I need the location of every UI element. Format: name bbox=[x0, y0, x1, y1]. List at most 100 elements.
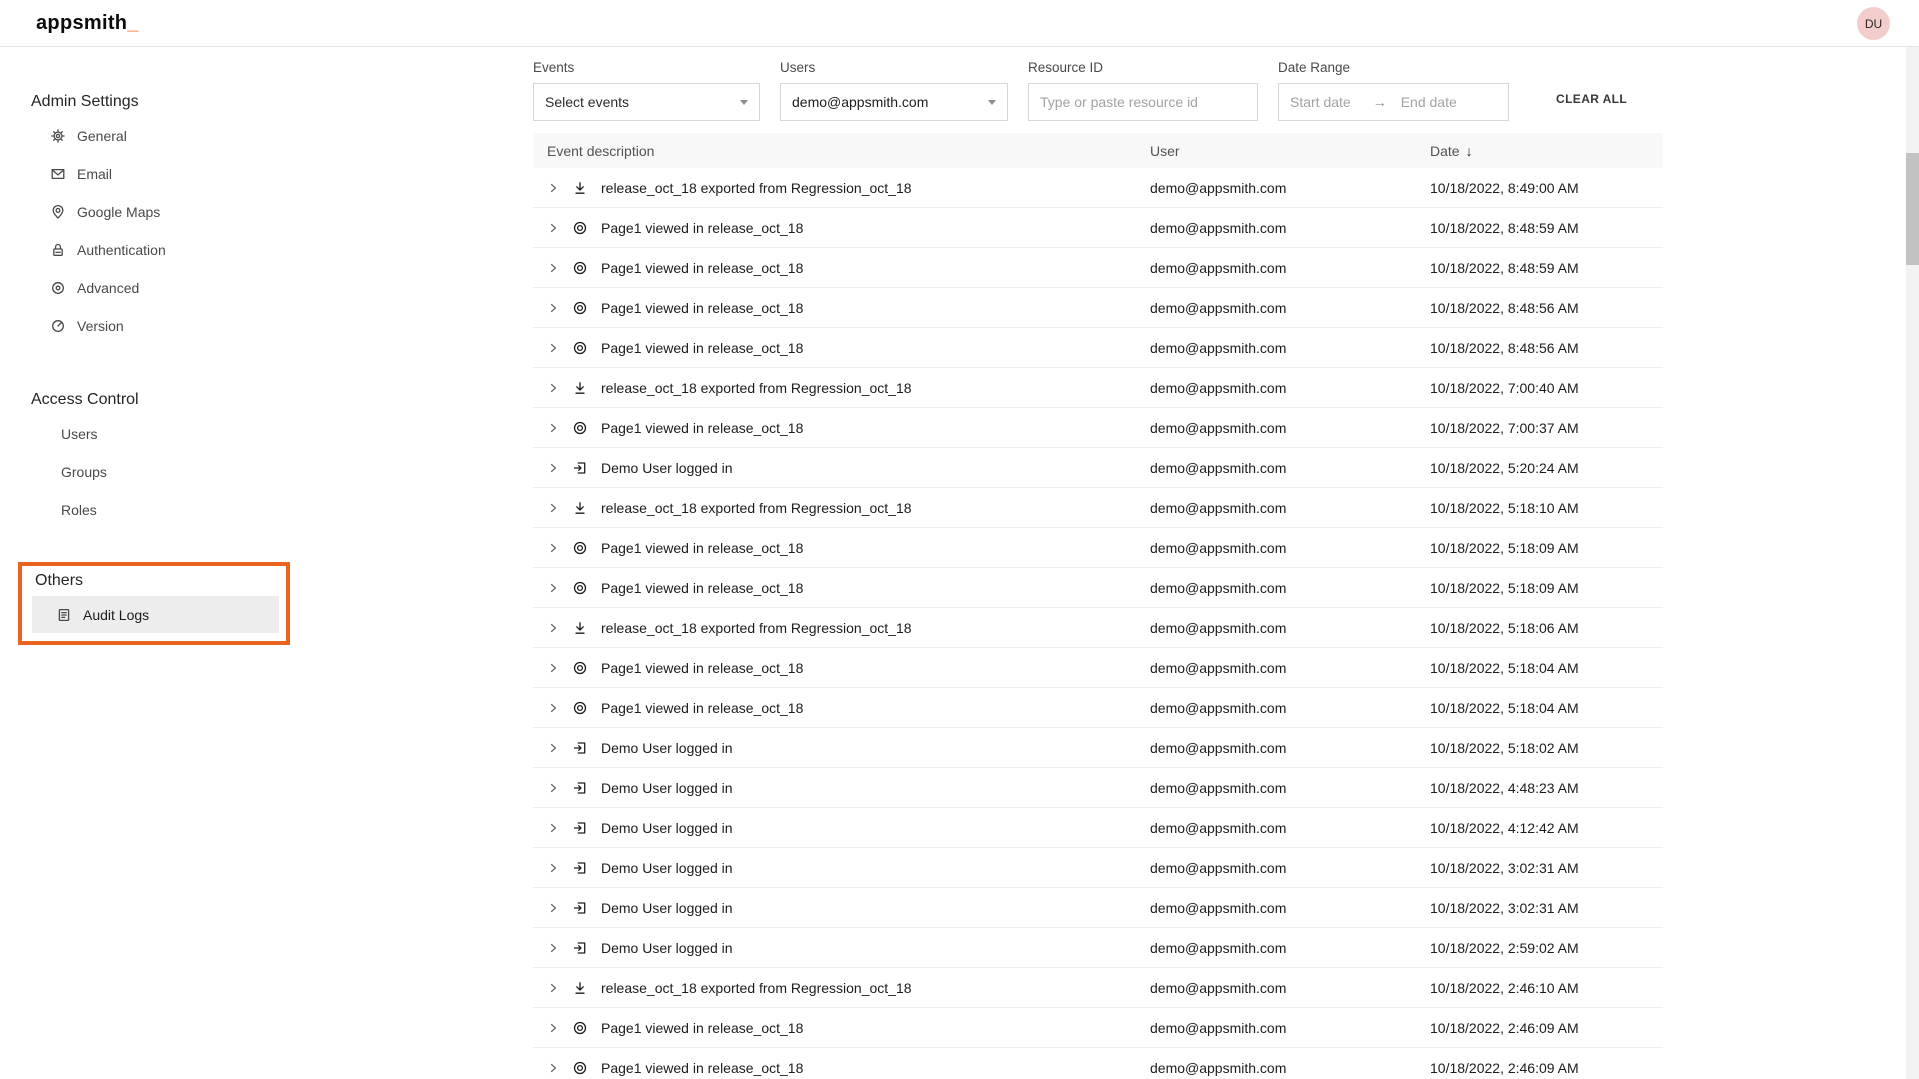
date-cell: 10/18/2022, 2:46:10 AM bbox=[1430, 980, 1663, 996]
advanced-icon bbox=[50, 280, 66, 296]
audit-log-row[interactable]: Page1 viewed in release_oct_18demo@appsm… bbox=[533, 568, 1663, 608]
view-icon bbox=[572, 540, 588, 556]
end-date-placeholder[interactable]: End date bbox=[1401, 94, 1457, 110]
audit-log-row[interactable]: release_oct_18 exported from Regression_… bbox=[533, 608, 1663, 648]
start-date-placeholder[interactable]: Start date bbox=[1290, 94, 1351, 110]
audit-log-row[interactable]: release_oct_18 exported from Regression_… bbox=[533, 488, 1663, 528]
audit-log-icon bbox=[56, 607, 72, 623]
audit-log-row[interactable]: Page1 viewed in release_oct_18demo@appsm… bbox=[533, 1008, 1663, 1048]
audit-log-row[interactable]: Demo User logged indemo@appsmith.com10/1… bbox=[533, 928, 1663, 968]
audit-log-row[interactable]: Demo User logged indemo@appsmith.com10/1… bbox=[533, 768, 1663, 808]
chevron-right-icon[interactable] bbox=[547, 862, 559, 874]
scrollbar-thumb[interactable] bbox=[1906, 153, 1919, 265]
chevron-right-icon[interactable] bbox=[547, 942, 559, 954]
chevron-right-icon[interactable] bbox=[547, 782, 559, 794]
event-description-cell: Page1 viewed in release_oct_18 bbox=[533, 260, 1150, 276]
audit-log-row[interactable]: Page1 viewed in release_oct_18demo@appsm… bbox=[533, 328, 1663, 368]
chevron-right-icon[interactable] bbox=[547, 302, 559, 314]
sidebar-item-authentication[interactable]: Authentication bbox=[0, 231, 533, 269]
date-cell: 10/18/2022, 7:00:37 AM bbox=[1430, 420, 1663, 436]
chevron-right-icon[interactable] bbox=[547, 422, 559, 434]
column-header-date[interactable]: Date ↓ bbox=[1430, 143, 1663, 159]
audit-log-row[interactable]: Page1 viewed in release_oct_18demo@appsm… bbox=[533, 648, 1663, 688]
events-filter: Events Select events bbox=[533, 60, 760, 121]
section-heading-others: Others bbox=[35, 572, 286, 590]
audit-log-row[interactable]: release_oct_18 exported from Regression_… bbox=[533, 168, 1663, 208]
chevron-right-icon[interactable] bbox=[547, 742, 559, 754]
event-description-text: Page1 viewed in release_oct_18 bbox=[601, 660, 803, 676]
audit-log-row[interactable]: Page1 viewed in release_oct_18demo@appsm… bbox=[533, 528, 1663, 568]
chevron-right-icon[interactable] bbox=[547, 542, 559, 554]
export-icon bbox=[572, 180, 588, 196]
avatar[interactable]: DU bbox=[1857, 7, 1890, 40]
event-description-text: Demo User logged in bbox=[601, 860, 733, 876]
chevron-right-icon[interactable] bbox=[547, 622, 559, 634]
sidebar-item-advanced[interactable]: Advanced bbox=[0, 269, 533, 307]
audit-log-row[interactable]: Demo User logged indemo@appsmith.com10/1… bbox=[533, 448, 1663, 488]
sort-descending-icon: ↓ bbox=[1466, 143, 1473, 159]
sidebar-item-label: Authentication bbox=[77, 242, 166, 258]
chevron-right-icon[interactable] bbox=[547, 342, 559, 354]
chevron-right-icon[interactable] bbox=[547, 382, 559, 394]
resource-id-input[interactable] bbox=[1040, 84, 1246, 120]
main-content: Events Select events Users demo@appsmith… bbox=[533, 47, 1919, 1079]
view-icon bbox=[572, 420, 588, 436]
event-description-text: Page1 viewed in release_oct_18 bbox=[601, 1060, 803, 1076]
chevron-right-icon[interactable] bbox=[547, 822, 559, 834]
event-description-cell: Demo User logged in bbox=[533, 460, 1150, 476]
audit-log-row[interactable]: Page1 viewed in release_oct_18demo@appsm… bbox=[533, 1048, 1663, 1079]
audit-log-row[interactable]: Demo User logged indemo@appsmith.com10/1… bbox=[533, 728, 1663, 768]
chevron-right-icon[interactable] bbox=[547, 582, 559, 594]
event-description-cell: Demo User logged in bbox=[533, 860, 1150, 876]
chevron-right-icon[interactable] bbox=[547, 502, 559, 514]
sidebar-item-users[interactable]: Users bbox=[0, 415, 533, 453]
audit-log-row[interactable]: release_oct_18 exported from Regression_… bbox=[533, 968, 1663, 1008]
audit-logs-table: Event description User Date ↓ release_oc… bbox=[533, 133, 1663, 1079]
user-cell: demo@appsmith.com bbox=[1150, 380, 1430, 396]
sidebar-item-google-maps[interactable]: Google Maps bbox=[0, 193, 533, 231]
audit-log-row[interactable]: Page1 viewed in release_oct_18demo@appsm… bbox=[533, 208, 1663, 248]
clear-all-button[interactable]: CLEAR ALL bbox=[1556, 92, 1627, 106]
audit-log-row[interactable]: Demo User logged indemo@appsmith.com10/1… bbox=[533, 848, 1663, 888]
sidebar-item-label: Advanced bbox=[77, 280, 139, 296]
chevron-right-icon[interactable] bbox=[547, 182, 559, 194]
sidebar-item-label: General bbox=[77, 128, 127, 144]
chevron-right-icon[interactable] bbox=[547, 662, 559, 674]
chevron-right-icon[interactable] bbox=[547, 462, 559, 474]
sidebar-item-audit-logs[interactable]: Audit Logs bbox=[32, 596, 279, 633]
sidebar-item-roles[interactable]: Roles bbox=[0, 491, 533, 529]
audit-log-row[interactable]: Page1 viewed in release_oct_18demo@appsm… bbox=[533, 408, 1663, 448]
table-body: release_oct_18 exported from Regression_… bbox=[533, 168, 1663, 1079]
chevron-right-icon[interactable] bbox=[547, 982, 559, 994]
audit-log-row[interactable]: Page1 viewed in release_oct_18demo@appsm… bbox=[533, 288, 1663, 328]
sidebar-item-groups[interactable]: Groups bbox=[0, 453, 533, 491]
chevron-right-icon[interactable] bbox=[547, 1022, 559, 1034]
event-description-cell: Demo User logged in bbox=[533, 940, 1150, 956]
chevron-right-icon[interactable] bbox=[547, 262, 559, 274]
sidebar-item-email[interactable]: Email bbox=[0, 155, 533, 193]
audit-log-row[interactable]: Page1 viewed in release_oct_18demo@appsm… bbox=[533, 688, 1663, 728]
audit-log-row[interactable]: Page1 viewed in release_oct_18demo@appsm… bbox=[533, 248, 1663, 288]
login-icon bbox=[572, 740, 588, 756]
audit-log-row[interactable]: release_oct_18 exported from Regression_… bbox=[533, 368, 1663, 408]
login-icon bbox=[572, 820, 588, 836]
chevron-right-icon[interactable] bbox=[547, 902, 559, 914]
page-scrollbar[interactable] bbox=[1906, 47, 1919, 1079]
chevron-right-icon[interactable] bbox=[547, 1062, 559, 1074]
audit-log-row[interactable]: Demo User logged indemo@appsmith.com10/1… bbox=[533, 808, 1663, 848]
appsmith-logo[interactable]: appsmith_ bbox=[36, 12, 139, 35]
sidebar-section-admin-settings: Admin Settings General EmailGoogle Maps Aut… bbox=[0, 93, 533, 345]
section-heading-admin-settings: Admin Settings bbox=[31, 93, 533, 111]
chevron-right-icon[interactable] bbox=[547, 222, 559, 234]
events-select[interactable]: Select events bbox=[533, 83, 760, 121]
date-range-picker[interactable]: Start date → End date bbox=[1278, 83, 1509, 121]
users-select[interactable]: demo@appsmith.com bbox=[780, 83, 1008, 121]
sidebar-item-version[interactable]: Version bbox=[0, 307, 533, 345]
sidebar-item-general[interactable]: General bbox=[0, 117, 533, 155]
view-icon bbox=[572, 700, 588, 716]
audit-log-row[interactable]: Demo User logged indemo@appsmith.com10/1… bbox=[533, 888, 1663, 928]
event-description-text: Demo User logged in bbox=[601, 940, 733, 956]
event-description-text: release_oct_18 exported from Regression_… bbox=[601, 380, 912, 396]
chevron-right-icon[interactable] bbox=[547, 702, 559, 714]
user-cell: demo@appsmith.com bbox=[1150, 180, 1430, 196]
